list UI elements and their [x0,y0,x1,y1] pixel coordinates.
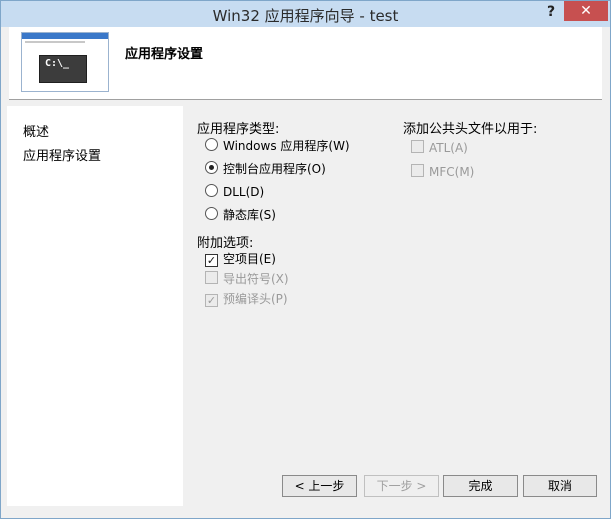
wizard-sidebar: 概述 应用程序设置 [7,106,183,506]
sidebar-item-overview[interactable]: 概述 [23,121,49,140]
radio-label: DLL(D) [223,185,265,199]
console-prompt-icon: C:\_ [39,55,87,83]
checkbox-label: 预编译头(P) [223,292,288,306]
radio-windows-app[interactable]: Windows 应用程序(W) [205,138,350,154]
checkbox-icon [411,164,424,177]
checkbox-export-symbols: 导出符号(X) [205,271,289,287]
radio-dll[interactable]: DLL(D) [205,184,264,200]
page-title: 应用程序设置 [125,47,204,62]
wizard-body: 概述 应用程序设置 应用程序类型: Windows 应用程序(W) 控制台应用程… [1,100,610,518]
radio-icon[interactable] [205,207,218,220]
radio-console-app[interactable]: 控制台应用程序(O) [205,161,326,177]
console-window-icon: C:\_ [21,32,109,92]
title-bar[interactable]: Win32 应用程序向导 - test ? ✕ [1,1,610,27]
settings-panel: 应用程序类型: Windows 应用程序(W) 控制台应用程序(O) DLL(D… [184,106,604,462]
checkbox-checked-icon: ✓ [205,294,218,307]
checkbox-precompiled-header: ✓ 预编译头(P) [205,291,288,307]
thumb-titlebar [22,33,108,39]
checkbox-label: ATL(A) [429,141,468,155]
radio-label: Windows 应用程序(W) [223,139,350,153]
checkbox-mfc: MFC(M) [411,164,474,180]
wizard-header: C:\_ 应用程序设置 [9,27,602,100]
checkbox-empty-project[interactable]: ✓ 空项目(E) [205,251,276,267]
checkbox-label: 空项目(E) [223,252,276,266]
close-button[interactable]: ✕ [564,1,608,21]
radio-label: 控制台应用程序(O) [223,162,326,176]
button-bar: < 上一步 下一步 > 完成 取消 [184,462,604,512]
radio-label: 静态库(S) [223,208,276,222]
thumb-menu [25,41,85,43]
next-button: 下一步 > [364,475,439,497]
checkbox-label: 导出符号(X) [223,272,289,286]
checkbox-icon [205,271,218,284]
checkbox-atl: ATL(A) [411,140,468,156]
checkbox-icon [411,140,424,153]
common-headers-label: 添加公共头文件以用于: [403,122,538,137]
radio-static-lib[interactable]: 静态库(S) [205,207,276,223]
finish-button[interactable]: 完成 [443,475,518,497]
app-type-label: 应用程序类型: [197,122,280,137]
extra-options-label: 附加选项: [197,236,254,251]
checkbox-checked-icon[interactable]: ✓ [205,254,218,267]
cancel-button[interactable]: 取消 [523,475,597,497]
sidebar-item-app-settings[interactable]: 应用程序设置 [23,145,101,164]
radio-selected-icon[interactable] [205,161,218,174]
checkbox-label: MFC(M) [429,165,475,179]
radio-icon[interactable] [205,184,218,197]
help-button[interactable]: ? [541,2,561,22]
window-title: Win32 应用程序向导 - test [212,7,399,25]
wizard-window: Win32 应用程序向导 - test ? ✕ C:\_ 应用程序设置 概述 应… [0,0,611,519]
radio-icon[interactable] [205,138,218,151]
prev-button[interactable]: < 上一步 [282,475,357,497]
